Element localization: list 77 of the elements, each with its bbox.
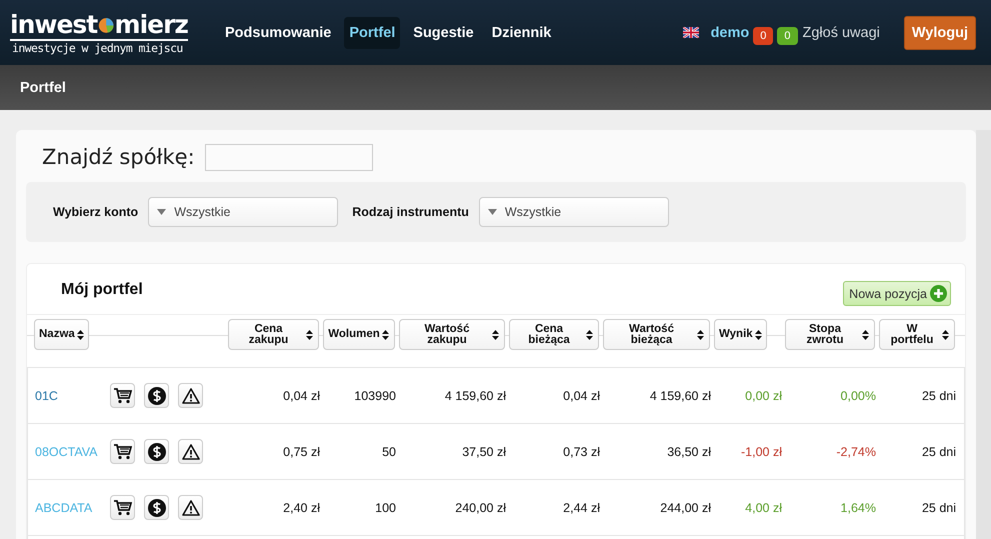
table-cell: 0,04 zł: [283, 388, 320, 402]
logo-text: inwest: [10, 10, 98, 38]
nav-tab[interactable]: Portfel: [344, 16, 400, 48]
sort-icon: [586, 330, 593, 340]
caret-icon: [488, 209, 497, 215]
stock-link[interactable]: 01C: [35, 388, 58, 402]
sort-icon: [754, 330, 762, 340]
cart-button[interactable]: [110, 383, 135, 408]
table-cell: 4 159,60 zł: [650, 388, 711, 402]
feedback-link[interactable]: Zgłoś uwagi: [802, 24, 880, 40]
nav-tab[interactable]: Dziennik: [486, 16, 556, 48]
column-header[interactable]: Wynik: [714, 319, 767, 350]
table-cell: 0,00%: [840, 388, 876, 402]
table-cell: 37,50 zł: [462, 444, 506, 458]
filter-dropdown[interactable]: Wszystkie: [478, 197, 669, 227]
sort-icon: [382, 330, 389, 340]
sort-icon: [492, 330, 499, 340]
column-header[interactable]: Wartość zakupu: [399, 319, 505, 350]
pie-chart-icon: [98, 16, 115, 35]
table-cell: 0,00 zł: [745, 388, 782, 402]
table-cell: 4,00 zł: [745, 500, 782, 514]
nav-tab[interactable]: Sugestie: [408, 16, 479, 48]
table-cell: -1,00 zł: [741, 444, 782, 458]
add-position-button[interactable]: Nowa pozycja: [843, 281, 951, 306]
cart-button[interactable]: [110, 439, 135, 464]
filter-dropdown[interactable]: Wszystkie: [148, 197, 338, 227]
table-cell: 1,64%: [840, 500, 876, 514]
sort-icon: [697, 330, 704, 340]
search-field[interactable]: [204, 144, 373, 170]
table-cell: 0,04 zł: [563, 388, 600, 402]
column-header[interactable]: Cena zakupu: [228, 319, 319, 350]
table-cell: -2,74%: [836, 444, 876, 458]
table-cell: 25 dni: [922, 388, 956, 402]
column-header[interactable]: Stopa zwrotu: [785, 319, 875, 350]
section-title: Mój portfel: [61, 281, 143, 299]
warning-button[interactable]: [178, 383, 203, 408]
table-cell: 36,50 zł: [667, 444, 711, 458]
table-cell: 2,44 zł: [563, 500, 600, 514]
table-cell: 240,00 zł: [455, 500, 506, 514]
sort-icon: [76, 330, 84, 340]
table-cell: 0,75 zł: [283, 444, 320, 458]
nav-tab[interactable]: Podsumowanie: [220, 16, 336, 48]
filter-label: Wybierz konto: [53, 205, 138, 219]
table-cell: 0,73 zł: [563, 444, 600, 458]
column-header[interactable]: Nazwa: [34, 319, 89, 350]
count-badge[interactable]: 0: [753, 26, 774, 44]
sort-icon: [306, 330, 313, 340]
user-link[interactable]: demo: [710, 24, 750, 40]
cart-button[interactable]: [110, 495, 135, 520]
dollar-button[interactable]: [144, 439, 169, 464]
sort-icon: [862, 330, 869, 340]
table-cell: 25 dni: [922, 444, 956, 458]
warning-button[interactable]: [178, 495, 203, 520]
table-cell: 50: [382, 444, 396, 458]
filter-label: Rodzaj instrumentu: [352, 205, 469, 219]
sort-icon: [942, 330, 949, 340]
logo-text: mierz: [114, 10, 188, 38]
dollar-button[interactable]: [144, 383, 169, 408]
warning-button[interactable]: [178, 439, 203, 464]
caret-icon: [157, 209, 166, 215]
flag-icon[interactable]: [682, 27, 699, 38]
dollar-button[interactable]: [144, 495, 169, 520]
column-header[interactable]: Wartość bieżąca: [603, 319, 710, 350]
table-cell: 244,00 zł: [660, 500, 711, 514]
column-header[interactable]: W portfelu: [879, 319, 955, 350]
column-header[interactable]: Wolumen: [323, 319, 395, 350]
column-header[interactable]: Cena bieżąca: [509, 319, 599, 350]
table-cell: 100: [375, 500, 396, 514]
plus-icon: [930, 285, 947, 302]
search-label: Znajdź spółkę:: [42, 145, 195, 169]
table-cell: 2,40 zł: [283, 500, 320, 514]
page-title: Portfel: [20, 80, 66, 96]
table-cell: 4 159,60 zł: [444, 388, 506, 402]
logout-button[interactable]: Wyloguj: [904, 16, 976, 50]
logo-tagline: inwestycje w jednym miejscu: [11, 40, 184, 54]
table-cell: 103990: [354, 388, 396, 402]
table-cell: 25 dni: [922, 500, 956, 514]
